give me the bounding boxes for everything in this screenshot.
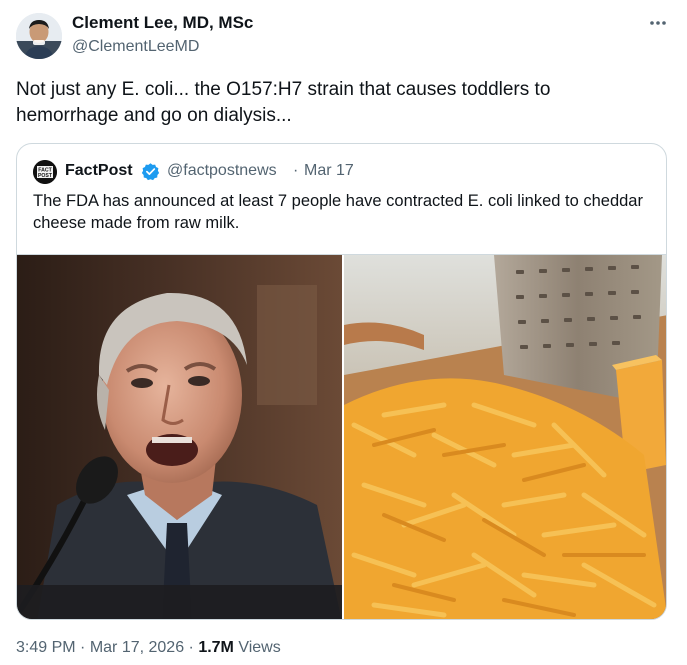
svg-text:POST: POST: [38, 173, 53, 179]
author-handle[interactable]: @ClementLeeMD: [72, 37, 199, 57]
tweet-time[interactable]: 3:49 PM: [16, 639, 76, 656]
tweet-meta: 3:49 PM · Mar 17, 2026 · 1.7M Views: [16, 638, 281, 658]
views-label: Views: [233, 639, 281, 656]
media-image-speaker[interactable]: [17, 255, 342, 619]
tweet-text: Not just any E. coli... the O157:H7 stra…: [16, 79, 551, 126]
views-count[interactable]: 1.7M: [198, 639, 234, 656]
quoted-tweet[interactable]: FACT POST FactPost @factpostnews · Mar 1…: [16, 143, 667, 620]
quote-date[interactable]: Mar 17: [304, 161, 354, 181]
quote-author-name[interactable]: FactPost: [65, 161, 133, 181]
author-avatar[interactable]: [16, 13, 62, 59]
quote-media: [17, 254, 666, 619]
tweet: Clement Lee, MD, MSc @ClementLeeMD Not j…: [0, 0, 687, 665]
meta-separator: ·: [75, 639, 90, 656]
quote-separator: ·: [293, 162, 299, 179]
meta-separator: ·: [184, 639, 199, 656]
tweet-date[interactable]: Mar 17, 2026: [90, 639, 184, 656]
verified-badge-icon: [141, 162, 160, 181]
quote-avatar[interactable]: FACT POST: [33, 160, 57, 184]
media-image-cheese[interactable]: [344, 255, 666, 619]
more-icon[interactable]: [649, 12, 667, 28]
quote-author-handle[interactable]: @factpostnews: [167, 161, 277, 181]
author-name[interactable]: Clement Lee, MD, MSc: [72, 13, 253, 33]
factpost-logo-icon: FACT POST: [33, 160, 57, 184]
quote-text: The FDA has announced at least 7 people …: [33, 192, 643, 232]
more-horizontal-icon: [650, 21, 666, 25]
avatar-photo: [16, 13, 62, 59]
